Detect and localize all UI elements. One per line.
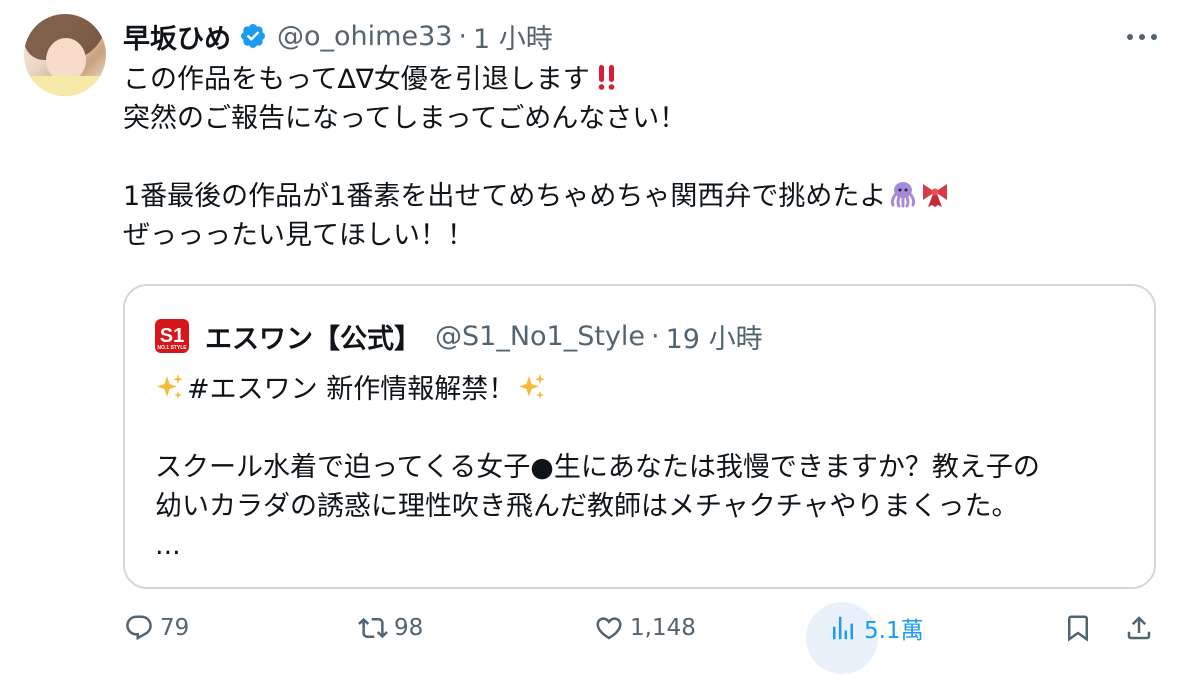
quoted-handle[interactable]: @S1_No1_Style <box>435 321 645 352</box>
quoted-blank-line <box>155 409 1040 448</box>
bookmark-button[interactable] <box>1063 608 1099 648</box>
tweet-line: 突然のご報告になってしまってごめんなさい！ <box>123 103 687 134</box>
quoted-tweet-header: S1 NO.1 STYLE エスワン【公式】 @S1_No1_Style · 19… <box>155 316 763 356</box>
repost-icon <box>358 617 388 639</box>
quoted-tweet[interactable]: S1 NO.1 STYLE エスワン【公式】 @S1_No1_Style · 19… <box>123 284 1156 589</box>
double-exclamation-icon <box>598 65 615 90</box>
quoted-timestamp: 19 小時 <box>665 323 763 355</box>
action-bar: 79 98 1,148 5.1萬 <box>0 602 1187 674</box>
avatar[interactable] <box>24 14 106 96</box>
sparkles-icon <box>519 374 546 399</box>
bookmark-icon <box>1068 615 1088 642</box>
s1-logo: S1 NO.1 STYLE <box>155 319 189 353</box>
reply-count: 79 <box>160 615 190 641</box>
quoted-line: 幼いカラダの誘惑に理性吹き飛んだ教師はメチャクチャやりまくった。 <box>155 491 1019 522</box>
quoted-ellipsis: ... <box>155 530 181 561</box>
verified-badge-icon <box>241 24 265 48</box>
octopus-icon <box>891 182 916 208</box>
tweet-blank-line <box>123 138 1153 177</box>
views-icon <box>833 616 853 640</box>
views-button[interactable]: 5.1萬 <box>828 608 924 648</box>
header-separator: · <box>458 20 468 52</box>
quoted-line: スクール水着で迫ってくる女子●生にあなたは我慢できますか？教え子の <box>155 452 1040 483</box>
author-display-name[interactable]: 早坂ひめ <box>123 17 231 56</box>
quoted-display-name[interactable]: エスワン【公式】 <box>205 317 421 356</box>
like-count: 1,148 <box>630 615 696 641</box>
quoted-separator: · <box>651 320 660 352</box>
more-icon[interactable] <box>1122 22 1162 52</box>
author-handle[interactable]: @o_ohime33 <box>277 21 452 52</box>
reply-icon <box>126 615 152 641</box>
tweet-header: 早坂ひめ @o_ohime33 · 1 小時 <box>123 16 553 56</box>
views-count: 5.1萬 <box>864 618 924 644</box>
tweet-line: ぜっっったい見てほしい！！ <box>123 220 474 251</box>
quoted-tweet-text: #エスワン 新作情報解禁！ スクール水着で迫ってくる女子●生にあなたは我慢できま… <box>155 370 1040 565</box>
tweet-line: この作品をもって∆∇女優を引退します <box>123 60 1153 99</box>
repost-button[interactable]: 98 <box>358 608 423 648</box>
quoted-line: #エスワン 新作情報解禁！ <box>155 370 1040 409</box>
tweet-timestamp[interactable]: 1 小時 <box>473 17 553 56</box>
share-icon <box>1127 616 1151 640</box>
share-button[interactable] <box>1124 608 1160 648</box>
ribbon-icon <box>923 184 948 207</box>
reply-button[interactable]: 79 <box>124 608 189 648</box>
tweet-line: 1番最後の作品が1番素を出せてめちゃめちゃ関西弁で挑めたよ <box>123 177 1153 216</box>
sparkles-icon <box>157 374 183 399</box>
heart-icon <box>596 617 622 640</box>
like-button[interactable]: 1,148 <box>594 608 696 648</box>
tweet-text: この作品をもって∆∇女優を引退します 突然のご報告になってしまってごめんなさい！… <box>123 60 1153 255</box>
repost-count: 98 <box>394 615 424 641</box>
